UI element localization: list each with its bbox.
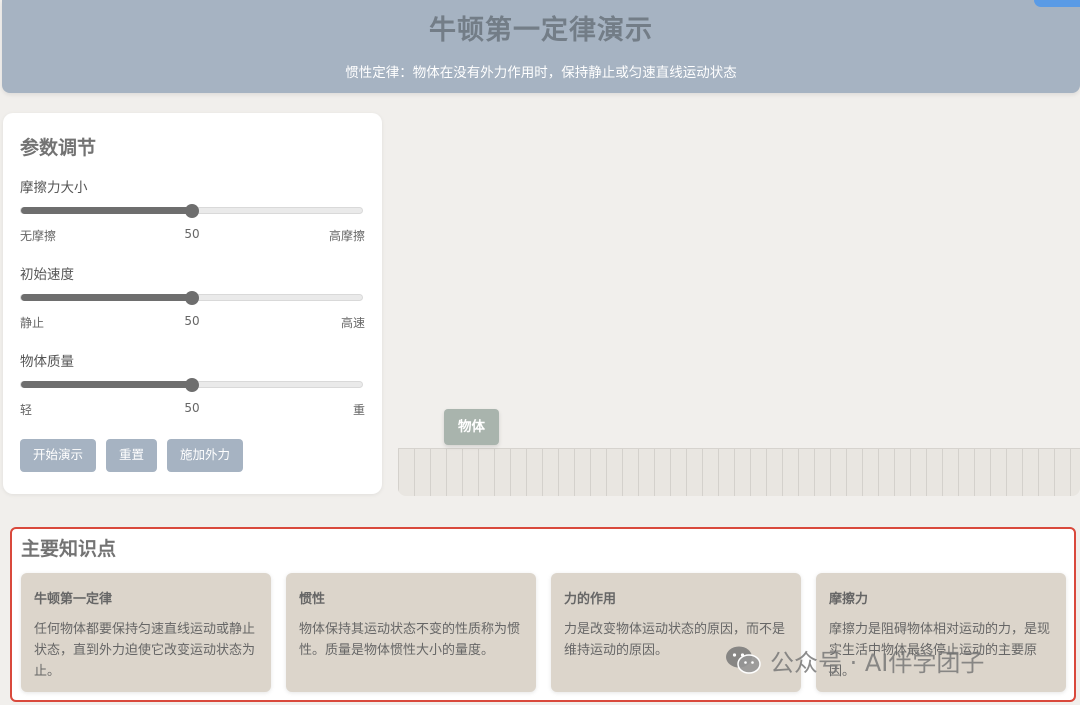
knowledge-card-body: 任何物体都要保持匀速直线运动或静止状态，直到外力迫使它改变运动状态为止。 [34, 622, 256, 679]
mass-slider-group: 物体质量 轻 50 重 [20, 350, 365, 417]
knowledge-card-title: 摩擦力 [829, 592, 869, 607]
velocity-slider-group: 初始速度 静止 50 高速 [20, 263, 365, 330]
mass-slider-label: 物体质量 [20, 354, 74, 370]
reset-button[interactable]: 重置 [106, 439, 158, 472]
apply-force-button[interactable]: 施加外力 [167, 439, 244, 472]
watermark: 公众号 · AI伴学团子 [724, 643, 984, 677]
friction-max-label: 高摩擦 [328, 229, 365, 243]
friction-min-label: 无摩擦 [20, 229, 57, 243]
watermark-text: 公众号 · AI伴学团子 [770, 648, 985, 677]
mass-slider-thumb[interactable] [184, 378, 199, 392]
velocity-value-label: 50 [184, 314, 200, 328]
friction-slider[interactable] [20, 204, 363, 218]
mass-min-label: 轻 [20, 403, 33, 417]
mass-slider-fill [21, 381, 192, 388]
control-buttons: 开始演示 重置 施加外力 [20, 439, 244, 472]
friction-slider-fill [21, 207, 192, 214]
start-demo-button[interactable]: 开始演示 [20, 439, 97, 472]
velocity-min-label: 静止 [20, 316, 45, 330]
friction-slider-thumb[interactable] [184, 204, 199, 218]
friction-slider-group: 摩擦力大小 无摩擦 50 高摩擦 [20, 176, 365, 243]
wechat-icon [726, 646, 761, 674]
page-title: 牛顿第一定律演示 [429, 15, 653, 46]
knowledge-card-title: 惯性 [299, 592, 326, 607]
knowledge-panel-title: 主要知识点 [21, 538, 117, 560]
friction-value-label: 50 [184, 227, 200, 241]
corner-badge [1034, 0, 1080, 7]
knowledge-card-title: 牛顿第一定律 [34, 592, 113, 607]
header-bar: 牛顿第一定律演示 惯性定律：物体在没有外力作用时，保持静止或匀速直线运动状态 [2, 0, 1080, 93]
friction-slider-label: 摩擦力大小 [20, 180, 88, 196]
knowledge-card-first-law: 牛顿第一定律 任何物体都要保持匀速直线运动或静止状态，直到外力迫使它改变运动状态… [21, 573, 271, 692]
parameter-panel: 参数调节 摩擦力大小 无摩擦 50 高摩擦 初始速度 静止 50 高速 物体质量 [3, 113, 382, 494]
knowledge-card-body: 物体保持其运动状态不变的性质称为惯性。质量是物体惯性大小的量度。 [299, 622, 521, 658]
moving-object[interactable]: 物体 [444, 409, 499, 445]
knowledge-card-title: 力的作用 [564, 592, 617, 607]
velocity-slider-label: 初始速度 [20, 267, 74, 283]
parameter-panel-title: 参数调节 [20, 137, 97, 159]
velocity-slider-thumb[interactable] [184, 291, 199, 305]
knowledge-card-inertia: 惯性 物体保持其运动状态不变的性质称为惯性。质量是物体惯性大小的量度。 [286, 573, 536, 692]
ground-surface [398, 448, 1080, 496]
velocity-slider-fill [21, 294, 192, 301]
mass-max-label: 重 [352, 403, 365, 417]
mass-value-label: 50 [184, 401, 200, 415]
velocity-max-label: 高速 [340, 316, 365, 330]
mass-slider[interactable] [20, 378, 363, 392]
simulation-stage [398, 110, 1080, 497]
velocity-slider[interactable] [20, 291, 363, 305]
page-subtitle: 惯性定律：物体在没有外力作用时，保持静止或匀速直线运动状态 [345, 65, 737, 81]
